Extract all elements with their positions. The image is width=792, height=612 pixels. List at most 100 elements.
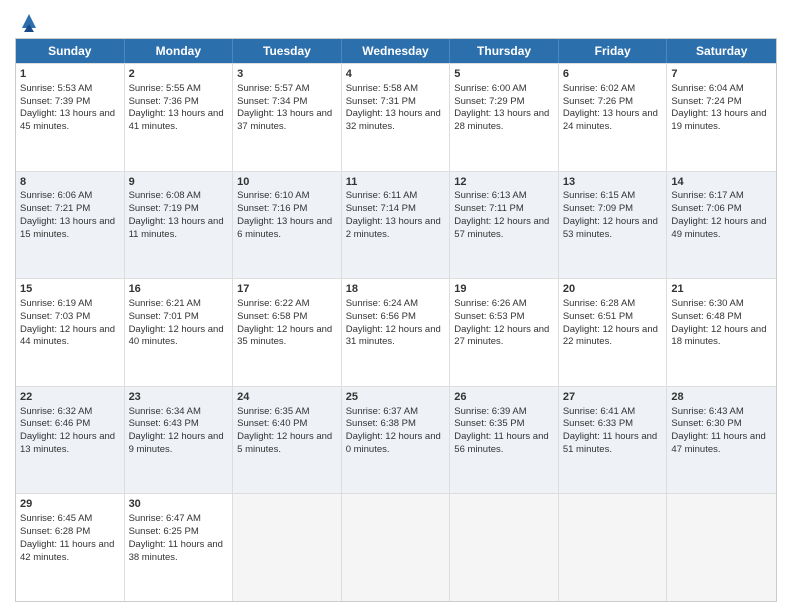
day-number: 14: [671, 175, 772, 190]
sunrise-label: Sunrise: 6:19 AM: [20, 298, 92, 309]
sunset-label: Sunset: 7:36 PM: [129, 96, 199, 107]
sunset-label: Sunset: 7:21 PM: [20, 203, 90, 214]
sunrise-label: Sunrise: 6:22 AM: [237, 298, 309, 309]
daylight-label: Daylight: 12 hours and 27 minutes.: [454, 324, 549, 348]
calendar-cell: 12Sunrise: 6:13 AMSunset: 7:11 PMDayligh…: [450, 172, 559, 279]
sunset-label: Sunset: 7:31 PM: [346, 96, 416, 107]
sunrise-label: Sunrise: 6:00 AM: [454, 83, 526, 94]
daylight-label: Daylight: 11 hours and 51 minutes.: [563, 431, 657, 455]
header-sunday: Sunday: [16, 39, 125, 63]
calendar-cell: [559, 494, 668, 601]
daylight-label: Daylight: 12 hours and 31 minutes.: [346, 324, 441, 348]
day-number: 29: [20, 497, 120, 512]
sunset-label: Sunset: 6:33 PM: [563, 418, 633, 429]
daylight-label: Daylight: 13 hours and 15 minutes.: [20, 216, 115, 240]
calendar-row: 1Sunrise: 5:53 AMSunset: 7:39 PMDaylight…: [16, 63, 776, 171]
sunset-label: Sunset: 6:46 PM: [20, 418, 90, 429]
header-thursday: Thursday: [450, 39, 559, 63]
calendar-cell: 19Sunrise: 6:26 AMSunset: 6:53 PMDayligh…: [450, 279, 559, 386]
day-number: 19: [454, 282, 554, 297]
calendar-cell: 27Sunrise: 6:41 AMSunset: 6:33 PM Dayligh…: [559, 387, 668, 494]
day-number: 22: [20, 390, 120, 405]
calendar-cell: 18Sunrise: 6:24 AMSunset: 6:56 PMDayligh…: [342, 279, 451, 386]
day-number: 4: [346, 67, 446, 82]
sunrise-label: Sunrise: 6:41 AM: [563, 406, 635, 417]
header-monday: Monday: [125, 39, 234, 63]
sunrise-label: Sunrise: 6:15 AM: [563, 190, 635, 201]
calendar-cell: 3Sunrise: 5:57 AMSunset: 7:34 PMDaylight…: [233, 64, 342, 171]
daylight-label: Daylight: 13 hours and 2 minutes.: [346, 216, 441, 240]
calendar-cell: 6Sunrise: 6:02 AMSunset: 7:26 PMDaylight…: [559, 64, 668, 171]
daylight-label: Daylight: 13 hours and 28 minutes.: [454, 108, 549, 132]
header-tuesday: Tuesday: [233, 39, 342, 63]
sunset-label: Sunset: 6:30 PM: [671, 418, 741, 429]
day-number: 25: [346, 390, 446, 405]
sunrise-label: Sunrise: 6:10 AM: [237, 190, 309, 201]
logo-icon: [18, 10, 40, 32]
sunset-label: Sunset: 7:26 PM: [563, 96, 633, 107]
calendar-cell: 30Sunrise: 6:47 AMSunset: 6:25 PMDayligh…: [125, 494, 234, 601]
sunset-label: Sunset: 7:14 PM: [346, 203, 416, 214]
day-number: 27: [563, 390, 663, 405]
day-number: 5: [454, 67, 554, 82]
sunset-label: Sunset: 6:28 PM: [20, 526, 90, 537]
sunset-label: Sunset: 6:58 PM: [237, 311, 307, 322]
day-number: 20: [563, 282, 663, 297]
daylight-label: Daylight: 13 hours and 19 minutes.: [671, 108, 766, 132]
calendar-cell: 26Sunrise: 6:39 AMSunset: 6:35 PMDayligh…: [450, 387, 559, 494]
sunset-label: Sunset: 7:24 PM: [671, 96, 741, 107]
calendar-cell: 8Sunrise: 6:06 AMSunset: 7:21 PMDaylight…: [16, 172, 125, 279]
daylight-label: Daylight: 12 hours and 40 minutes.: [129, 324, 224, 348]
calendar-body: 1Sunrise: 5:53 AMSunset: 7:39 PMDaylight…: [16, 63, 776, 601]
sunrise-label: Sunrise: 5:57 AM: [237, 83, 309, 94]
daylight-label: Daylight: 13 hours and 24 minutes.: [563, 108, 658, 132]
sunset-label: Sunset: 6:35 PM: [454, 418, 524, 429]
sunrise-label: Sunrise: 6:45 AM: [20, 513, 92, 524]
sunrise-label: Sunrise: 6:24 AM: [346, 298, 418, 309]
calendar-cell: 2Sunrise: 5:55 AMSunset: 7:36 PMDaylight…: [125, 64, 234, 171]
sunset-label: Sunset: 7:01 PM: [129, 311, 199, 322]
day-number: 26: [454, 390, 554, 405]
calendar-cell: [233, 494, 342, 601]
day-number: 11: [346, 175, 446, 190]
calendar-cell: 20Sunrise: 6:28 AMSunset: 6:51 PMDayligh…: [559, 279, 668, 386]
sunrise-label: Sunrise: 6:34 AM: [129, 406, 201, 417]
day-number: 10: [237, 175, 337, 190]
day-number: 15: [20, 282, 120, 297]
sunrise-label: Sunrise: 6:04 AM: [671, 83, 743, 94]
sunset-label: Sunset: 7:06 PM: [671, 203, 741, 214]
day-number: 3: [237, 67, 337, 82]
calendar-cell: 14Sunrise: 6:17 AMSunset: 7:06 PMDayligh…: [667, 172, 776, 279]
calendar-cell: 23Sunrise: 6:34 AMSunset: 6:43 PMDayligh…: [125, 387, 234, 494]
sunset-label: Sunset: 7:34 PM: [237, 96, 307, 107]
sunset-label: Sunset: 7:11 PM: [454, 203, 524, 214]
header-wednesday: Wednesday: [342, 39, 451, 63]
daylight-label: Daylight: 12 hours and 13 minutes.: [20, 431, 115, 455]
calendar-cell: 1Sunrise: 5:53 AMSunset: 7:39 PMDaylight…: [16, 64, 125, 171]
sunrise-label: Sunrise: 6:21 AM: [129, 298, 201, 309]
day-number: 23: [129, 390, 229, 405]
daylight-label: Daylight: 12 hours and 35 minutes.: [237, 324, 332, 348]
sunrise-label: Sunrise: 6:17 AM: [671, 190, 743, 201]
day-number: 24: [237, 390, 337, 405]
daylight-label: Daylight: 13 hours and 41 minutes.: [129, 108, 224, 132]
day-number: 1: [20, 67, 120, 82]
calendar-cell: 7Sunrise: 6:04 AMSunset: 7:24 PMDaylight…: [667, 64, 776, 171]
daylight-label: Daylight: 12 hours and 44 minutes.: [20, 324, 115, 348]
sunrise-label: Sunrise: 6:43 AM: [671, 406, 743, 417]
calendar-row: 29Sunrise: 6:45 AMSunset: 6:28 PMDayligh…: [16, 493, 776, 601]
logo: [15, 14, 40, 32]
header: [15, 10, 777, 32]
sunset-label: Sunset: 6:38 PM: [346, 418, 416, 429]
sunrise-label: Sunrise: 6:32 AM: [20, 406, 92, 417]
daylight-label: Daylight: 13 hours and 45 minutes.: [20, 108, 115, 132]
calendar-cell: 21Sunrise: 6:30 AMSunset: 6:48 PMDayligh…: [667, 279, 776, 386]
daylight-label: Daylight: 12 hours and 9 minutes.: [129, 431, 224, 455]
sunrise-label: Sunrise: 5:58 AM: [346, 83, 418, 94]
calendar: Sunday Monday Tuesday Wednesday Thursday…: [15, 38, 777, 602]
sunset-label: Sunset: 7:29 PM: [454, 96, 524, 107]
sunrise-label: Sunrise: 5:55 AM: [129, 83, 201, 94]
sunset-label: Sunset: 6:40 PM: [237, 418, 307, 429]
sunrise-label: Sunrise: 6:06 AM: [20, 190, 92, 201]
sunset-label: Sunset: 6:48 PM: [671, 311, 741, 322]
